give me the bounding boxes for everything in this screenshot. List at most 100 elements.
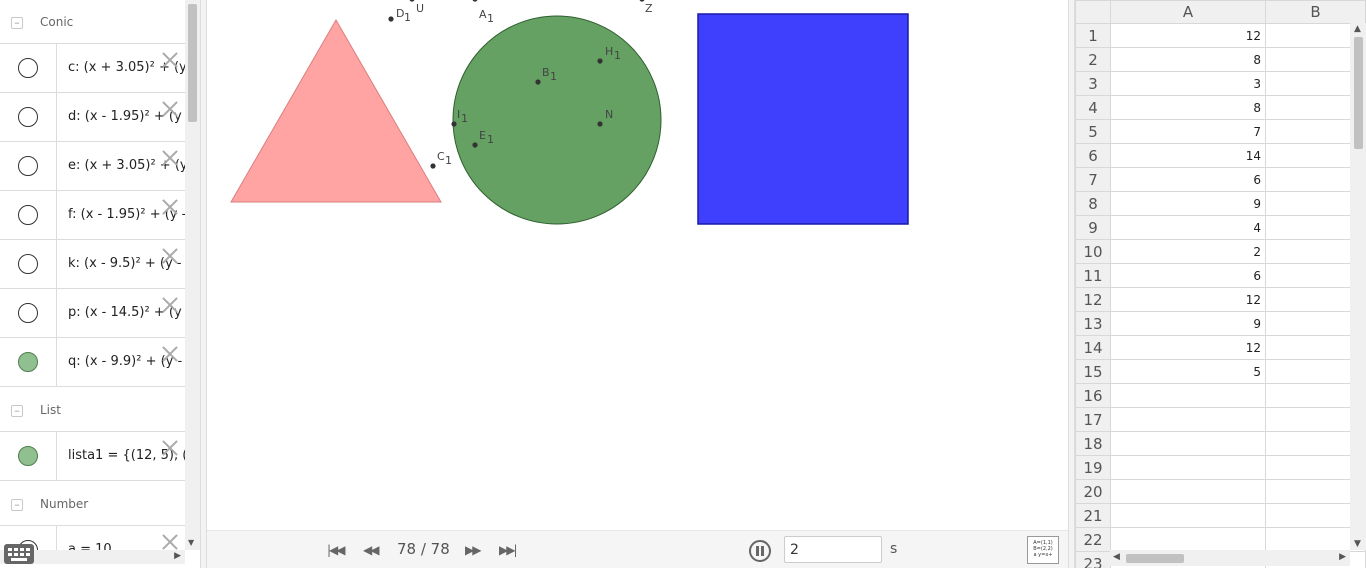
column-header-a[interactable]: A	[1110, 0, 1266, 24]
last-step-icon[interactable]: ▶▶|	[499, 543, 517, 557]
row-header[interactable]: 3	[1075, 71, 1111, 96]
row-header[interactable]: 2	[1075, 47, 1111, 72]
cell-a[interactable]	[1110, 431, 1266, 456]
algebra-style-button[interactable]: A=(1,1) B=(2,2) a y=x+	[1027, 536, 1059, 564]
collapse-icon[interactable]: –	[11, 499, 23, 511]
point-c1[interactable]: C1	[430, 150, 452, 169]
pause-button[interactable]	[749, 540, 771, 562]
cell-a[interactable]	[1110, 527, 1266, 552]
graphics-canvas[interactable]: D1 U A1 Z H1 B1 I1 N E 1 C 1	[207, 0, 1068, 530]
row-header[interactable]: 19	[1075, 455, 1111, 480]
algebra-item[interactable]: c: (x + 3.05)² + (y	[0, 44, 185, 93]
algebra-item[interactable]: d: (x - 1.95)² + (y -	[0, 93, 185, 142]
cell-a[interactable]: 12	[1110, 335, 1266, 360]
visibility-toggle[interactable]	[18, 107, 38, 127]
scroll-right-icon[interactable]: ▶	[1339, 552, 1346, 562]
delete-icon[interactable]	[161, 439, 179, 457]
row-header[interactable]: 13	[1075, 311, 1111, 336]
row-header[interactable]: 10	[1075, 239, 1111, 264]
keyboard-icon[interactable]	[4, 544, 34, 564]
row-header[interactable]: 15	[1075, 359, 1111, 384]
delete-icon[interactable]	[161, 247, 179, 265]
graphics-view[interactable]: D1 U A1 Z H1 B1 I1 N E 1 C 1 |◀◀ ◀◀ 78 /…	[207, 0, 1068, 568]
point-z[interactable]: Z	[639, 0, 653, 15]
delete-icon[interactable]	[161, 149, 179, 167]
row-header[interactable]: 11	[1075, 263, 1111, 288]
cell-a[interactable]	[1110, 383, 1266, 408]
cell-a[interactable]: 9	[1110, 311, 1266, 336]
algebra-item[interactable]: q: (x - 9.9)² + (y -	[0, 338, 185, 387]
spreadsheet-horizontal-scrollbar[interactable]: ◀ ▶	[1110, 550, 1350, 566]
cell-a[interactable]: 8	[1110, 47, 1266, 72]
scroll-down-icon[interactable]: ▼	[188, 538, 194, 547]
cell-a[interactable]: 12	[1110, 23, 1266, 48]
algebra-item[interactable]: e: (x + 3.05)² + (y	[0, 142, 185, 191]
algebra-vertical-scrollbar[interactable]: ▼	[185, 0, 200, 550]
circle[interactable]	[452, 15, 662, 225]
square[interactable]	[697, 13, 909, 225]
next-step-icon[interactable]: ▶▶	[465, 543, 482, 557]
delete-icon[interactable]	[161, 198, 179, 216]
category-conic[interactable]: – Conic	[0, 0, 185, 44]
row-header[interactable]: 18	[1075, 431, 1111, 456]
cell-a[interactable]: 5	[1110, 359, 1266, 384]
category-number[interactable]: – Number	[0, 482, 185, 526]
algebra-item[interactable]: k: (x - 9.5)² + (y - 4	[0, 240, 185, 289]
visibility-toggle[interactable]	[18, 156, 38, 176]
visibility-toggle[interactable]	[18, 446, 38, 466]
row-header[interactable]: 21	[1075, 503, 1111, 528]
delete-icon[interactable]	[161, 533, 179, 550]
visibility-toggle[interactable]	[18, 58, 38, 78]
cell-a[interactable]: 14	[1110, 143, 1266, 168]
collapse-icon[interactable]: –	[11, 17, 23, 29]
pane-divider[interactable]	[200, 0, 207, 568]
triangle[interactable]	[230, 18, 442, 203]
column-header-b[interactable]: B	[1265, 0, 1366, 24]
row-header[interactable]: 5	[1075, 119, 1111, 144]
cell-a[interactable]	[1110, 455, 1266, 480]
row-header[interactable]: 23	[1075, 551, 1111, 568]
cell-a[interactable]: 4	[1110, 215, 1266, 240]
scrollbar-thumb[interactable]	[1126, 554, 1184, 563]
scrollbar-thumb[interactable]	[1354, 37, 1363, 149]
point-u[interactable]: U	[409, 0, 424, 15]
visibility-toggle[interactable]	[18, 205, 38, 225]
delete-icon[interactable]	[161, 296, 179, 314]
scrollbar-thumb[interactable]	[188, 4, 197, 122]
point-a1[interactable]: A1	[472, 0, 494, 25]
row-header[interactable]: 17	[1075, 407, 1111, 432]
first-step-icon[interactable]: |◀◀	[327, 543, 345, 557]
scroll-up-icon[interactable]: ▲	[1354, 24, 1361, 34]
visibility-toggle[interactable]	[18, 352, 38, 372]
row-header[interactable]: 20	[1075, 479, 1111, 504]
row-header[interactable]: 7	[1075, 167, 1111, 192]
row-header[interactable]: 14	[1075, 335, 1111, 360]
collapse-icon[interactable]: –	[11, 405, 23, 417]
speed-input[interactable]	[784, 536, 882, 563]
scroll-down-icon[interactable]: ▼	[1354, 539, 1361, 549]
delete-icon[interactable]	[161, 345, 179, 363]
row-header[interactable]: 16	[1075, 383, 1111, 408]
row-header[interactable]: 4	[1075, 95, 1111, 120]
row-header[interactable]: 6	[1075, 143, 1111, 168]
row-header[interactable]: 8	[1075, 191, 1111, 216]
algebra-item[interactable]: lista1 = {(12, 5), (8	[0, 432, 185, 481]
cell-a[interactable]: 8	[1110, 95, 1266, 120]
visibility-toggle[interactable]	[18, 303, 38, 323]
previous-step-icon[interactable]: ◀◀	[363, 543, 380, 557]
cell-a[interactable]: 7	[1110, 119, 1266, 144]
row-header[interactable]: 1	[1075, 23, 1111, 48]
cell-a[interactable]: 6	[1110, 263, 1266, 288]
corner-cell[interactable]	[1075, 0, 1111, 24]
algebra-item[interactable]: f: (x - 1.95)² + (y -	[0, 191, 185, 240]
cell-a[interactable]: 12	[1110, 287, 1266, 312]
cell-a[interactable]: 2	[1110, 239, 1266, 264]
cell-a[interactable]	[1110, 407, 1266, 432]
visibility-toggle[interactable]	[18, 254, 38, 274]
cell-a[interactable]: 3	[1110, 71, 1266, 96]
row-header[interactable]: 22	[1075, 527, 1111, 552]
pane-divider[interactable]	[1068, 0, 1075, 568]
category-list[interactable]: – List	[0, 388, 185, 432]
row-header[interactable]: 9	[1075, 215, 1111, 240]
cell-a[interactable]: 9	[1110, 191, 1266, 216]
